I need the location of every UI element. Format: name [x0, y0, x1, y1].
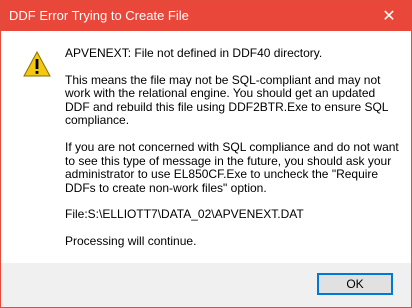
dialog-window: DDF Error Trying to Create File ✕ APVENE…	[0, 0, 412, 308]
window-title: DDF Error Trying to Create File	[9, 8, 189, 23]
ok-button-label: OK	[346, 277, 364, 291]
dialog-content: APVENEXT: File not defined in DDF40 dire…	[1, 31, 411, 263]
message-line-1: APVENEXT: File not defined in DDF40 dire…	[65, 46, 323, 60]
warning-icon	[23, 51, 51, 77]
message-paragraph-3: If you are not concerned with SQL compli…	[65, 139, 399, 195]
message-text: APVENEXT: File not defined in DDF40 dire…	[65, 46, 399, 262]
file-path-line: File:S:\ELLIOTT7\DATA_02\APVENEXT.DAT	[65, 207, 304, 222]
button-bar: OK	[1, 263, 411, 307]
ok-button[interactable]: OK	[317, 273, 393, 295]
close-icon: ✕	[382, 8, 396, 25]
processing-line: Processing will continue.	[65, 233, 197, 248]
close-button[interactable]: ✕	[367, 1, 411, 31]
title-bar[interactable]: DDF Error Trying to Create File ✕	[1, 1, 411, 31]
message-paragraph-2: This means the file may not be SQL-compl…	[65, 72, 389, 128]
